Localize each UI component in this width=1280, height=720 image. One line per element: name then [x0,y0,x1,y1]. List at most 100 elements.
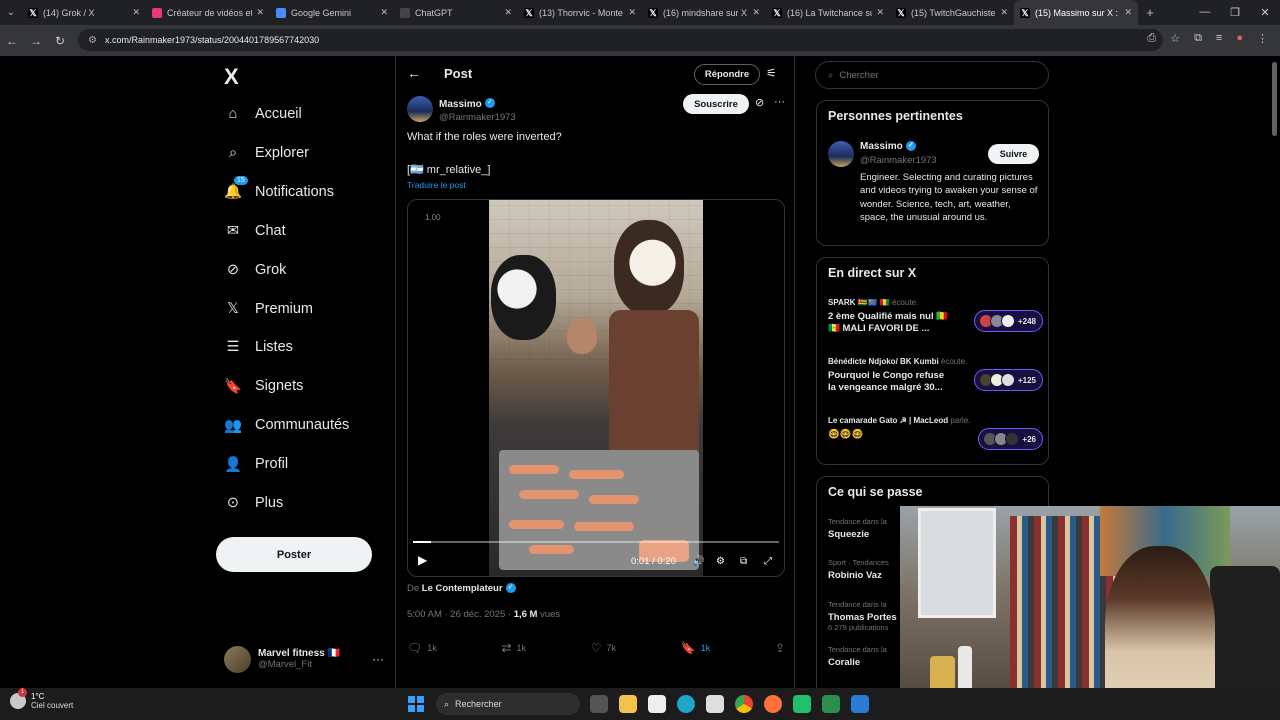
subscribe-button[interactable]: Souscrire [683,94,749,114]
like-action[interactable]: ♡ 7k [591,641,616,655]
browser-tab[interactable]: 𝕏 (15) Massimo sur X : ✕ [1014,0,1138,25]
tab-search-icon[interactable]: ⌄ [0,0,22,25]
bookmark-star-icon[interactable]: ☆ [1170,32,1180,45]
volume-icon[interactable]: 🔊 [692,556,704,567]
browser-tab[interactable]: Créateur de vidéos et ✕ [146,0,270,25]
sidebar-item-chat[interactable]: ✉ Chat [224,216,286,246]
task-view-icon[interactable] [590,695,608,713]
play-icon[interactable]: ▶ [418,553,427,567]
app-blue-icon[interactable] [851,695,869,713]
browser-tab[interactable]: ChatGPT ✕ [394,0,518,25]
sidebar-item-listes[interactable]: ☰ Listes [224,332,293,362]
new-tab-button[interactable]: + [1138,5,1162,20]
browser-tab[interactable]: 𝕏 (13) Thorrvic - Monte ✕ [518,0,642,25]
sidebar-item-grok[interactable]: ⊘ Grok [224,255,287,285]
more-icon[interactable]: ··· [372,652,384,666]
back-icon[interactable]: ← [0,34,24,48]
browser-tab[interactable]: Google Gemini ✕ [270,0,394,25]
sidebar-item-explorer[interactable]: ⌕ Explorer [224,138,309,168]
sidebar-item-profil[interactable]: 👤 Profil [224,449,288,479]
chrome-icon[interactable] [735,695,753,713]
author-handle[interactable]: @Rainmaker1973 [439,112,516,123]
forward-icon[interactable]: → [24,34,48,48]
taskbar-search[interactable]: ⌕ Rechercher [436,693,580,715]
browser-tab[interactable]: 𝕏 (15) TwitchGauchiste ✕ [890,0,1014,25]
browser-tab[interactable]: 𝕏 (14) Grok / X ✕ [22,0,146,25]
file-explorer-icon[interactable] [619,695,637,713]
sidebar-item-signets[interactable]: 🔖 Signets [224,371,303,401]
author-name[interactable]: Massimo [439,99,482,110]
reply-button[interactable]: Répondre [694,64,760,85]
sidebar-item-accueil[interactable]: ⌂ Accueil [224,99,302,129]
translate-link[interactable]: Traduire le post [407,180,466,190]
filter-icon[interactable]: ⚟ [766,66,777,80]
relevant-handle[interactable]: @Rainmaker1973 [860,155,937,166]
close-tab-icon[interactable]: ✕ [1000,7,1008,18]
listeners-pill[interactable]: +26 [978,428,1043,450]
trend-item[interactable]: Tendance dans la Coralie [828,645,908,668]
grok-icon[interactable]: ⊘ [755,96,764,109]
profile-avatar-icon[interactable]: ● [1236,32,1243,45]
minimize-icon[interactable]: — [1190,6,1220,19]
playback-speed[interactable]: 1.00 [425,213,441,222]
browser-tab[interactable]: 𝕏 (16) mindshare sur X ✕ [642,0,766,25]
sidebar-item-premium[interactable]: 𝕏 Premium [224,294,313,324]
site-info-icon[interactable]: ⚙ [88,35,97,46]
more-icon[interactable]: ··· [774,96,785,108]
post-author[interactable]: Massimo ✓ @Rainmaker1973 [407,94,516,123]
attribution-name[interactable]: Le Contemplateur [422,583,503,594]
close-tab-icon[interactable]: ✕ [628,7,636,18]
fullscreen-icon[interactable]: ⤢ [764,556,772,567]
trend-item[interactable]: Tendance dans la Thomas Portes 6 279 publi… [828,600,908,632]
pip-icon[interactable]: ⧉ [740,556,747,567]
media-icon[interactable]: ≡ [1216,32,1222,45]
post-timestamp[interactable]: 5:00 AM · 26 déc. 2025 · [407,609,514,620]
share-action[interactable]: ⇪ [775,641,785,655]
video-player[interactable]: 1.00 ▶ 0:01 / 0:20 🔊 ⚙ ⧉ ⤢ [407,199,785,577]
browser-tab[interactable]: 𝕏 (16) La Twitchance su ✕ [766,0,890,25]
reload-icon[interactable]: ↻ [48,34,72,48]
sidebar-item-communautés[interactable]: 👥 Communautés [224,410,349,440]
close-tab-icon[interactable]: ✕ [380,7,388,18]
reply-action[interactable]: 🗨 1k [407,641,437,655]
close-tab-icon[interactable]: ✕ [132,7,140,18]
close-tab-icon[interactable]: ✕ [256,7,264,18]
url-field[interactable]: ⚙ x.com/Rainmaker1973/status/20044017895… [78,29,1163,51]
notepad-icon[interactable] [648,695,666,713]
relevant-name-row[interactable]: Massimo ✓ [860,141,916,152]
repost-action[interactable]: ⇄ 1k [501,641,526,655]
close-tab-icon[interactable]: ✕ [876,7,884,18]
relevant-name[interactable]: Massimo [860,141,903,152]
extensions-icon[interactable]: ⧉ [1194,32,1202,45]
author-avatar[interactable] [407,95,433,122]
edge-icon[interactable] [677,695,695,713]
browser-menu-icon[interactable]: ⋮ [1257,32,1268,45]
maximize-icon[interactable]: ❐ [1220,6,1250,19]
trend-item[interactable]: Tendance dans la Squeezie [828,517,908,540]
close-window-icon[interactable]: ✕ [1250,6,1280,19]
account-switcher[interactable]: Marvel fitness 🇫🇷 @Marvel_Fit ··· [224,643,384,675]
store-icon[interactable] [706,695,724,713]
weather-widget[interactable]: 1 1°C Ciel couvert [10,688,73,710]
search-input[interactable]: ⌕ Chercher [815,61,1049,89]
post-button[interactable]: Poster [216,537,372,572]
live-space-item[interactable]: Bénédicte Ndjoko/ BK Kumbi écoute. Pourqu… [828,357,1043,394]
live-space-item[interactable]: SPARK 🇹🇬🇨🇩 🇬🇳 écoute. 2 ème Qualifié mais… [828,298,1043,335]
follow-button[interactable]: Suivre [988,144,1039,164]
back-arrow-icon[interactable]: ← [407,65,421,81]
close-tab-icon[interactable]: ✕ [504,7,512,18]
trend-item[interactable]: Sport · Tendances Robinio Vaz [828,558,908,581]
video-progress[interactable] [413,541,779,543]
settings-icon[interactable]: ⚙ [716,556,725,567]
windows-start-icon[interactable] [408,696,424,712]
close-tab-icon[interactable]: ✕ [752,7,760,18]
sidebar-item-plus[interactable]: ⊙ Plus [224,488,283,518]
install-app-icon[interactable]: ⎙ [1147,32,1156,45]
sidebar-item-notifications[interactable]: 🔔 15 Notifications [224,175,334,207]
app-link-icon[interactable] [822,695,840,713]
bookmark-action[interactable]: 🔖 1k [681,641,710,655]
close-tab-icon[interactable]: ✕ [1124,7,1132,18]
listeners-pill[interactable]: +125 [973,369,1043,391]
listeners-pill[interactable]: +248 [973,310,1043,332]
live-space-item[interactable]: Le camarade Gato ☭ | MacLeod parle. 🤓🤓🤓 +2… [828,416,1043,450]
